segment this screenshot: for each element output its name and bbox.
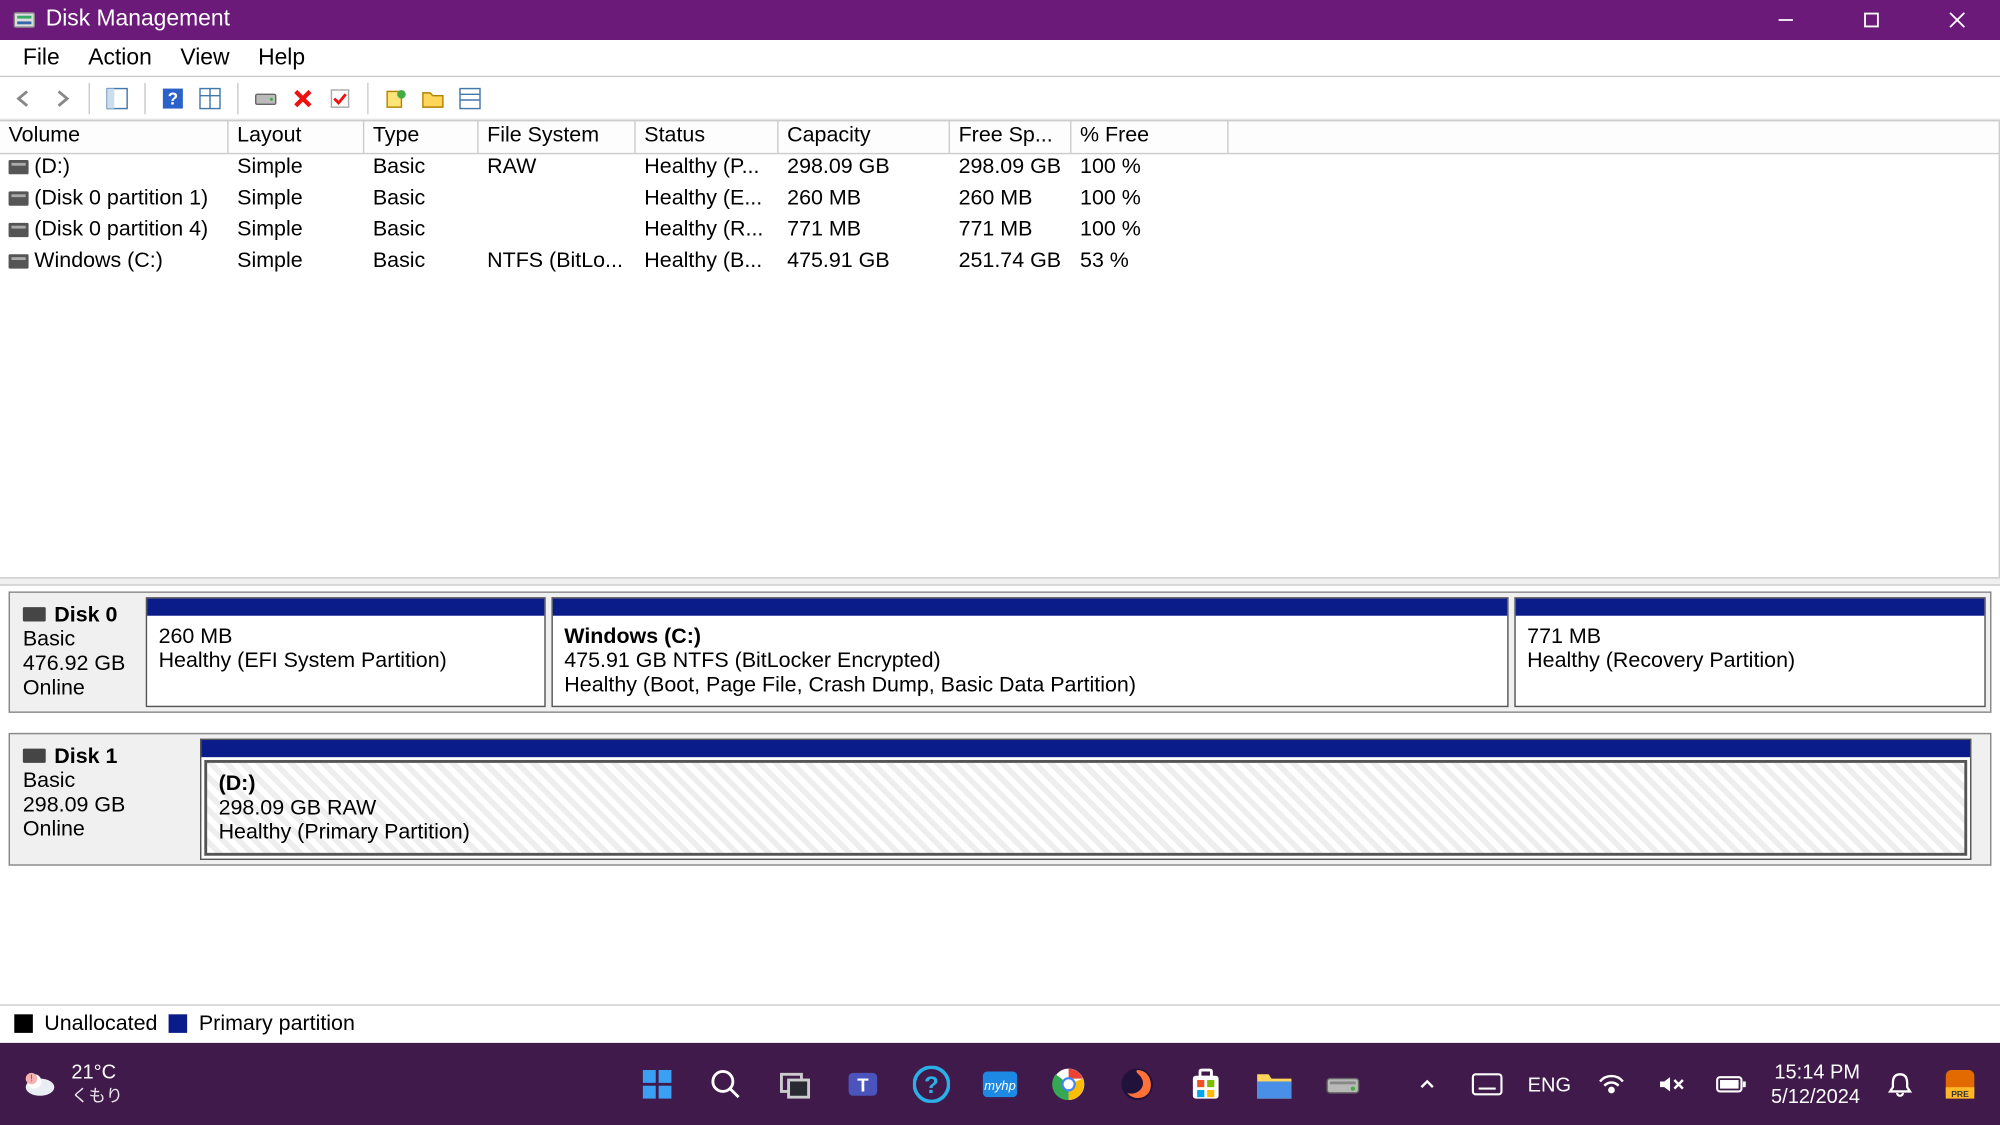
help-icon[interactable]: ? (157, 82, 188, 113)
get-help-icon[interactable]: ? (911, 1064, 951, 1104)
delete-icon[interactable] (287, 82, 318, 113)
search-icon[interactable] (706, 1064, 746, 1104)
task-view-icon[interactable] (774, 1064, 814, 1104)
language-indicator[interactable]: ENG (1528, 1072, 1571, 1095)
weather-condition: くもり (71, 1083, 122, 1107)
clock-date: 5/12/2024 (1771, 1084, 1860, 1108)
disk-block: Disk 0Basic476.92 GBOnline260 MBHealthy … (9, 591, 1992, 712)
volume-list-pane: Volume Layout Type File System Status Ca… (0, 120, 2000, 577)
legend-swatch-primary (169, 1014, 188, 1033)
disk-block: Disk 1Basic298.09 GBOnline (D:)298.09 GB… (9, 733, 1992, 866)
start-button[interactable] (637, 1064, 677, 1104)
col-capacity[interactable]: Capacity (779, 121, 950, 152)
view-settings-icon[interactable] (194, 82, 225, 113)
clock-time: 15:14 PM (1771, 1060, 1860, 1084)
table-row[interactable]: (Disk 0 partition 1)SimpleBasicHealthy (… (0, 186, 1999, 217)
col-percent-free[interactable]: % Free (1071, 121, 1228, 152)
tray-overflow-icon[interactable] (1408, 1064, 1448, 1104)
col-layout[interactable]: Layout (229, 121, 365, 152)
toolbar: ? (0, 77, 2000, 120)
disk-header[interactable]: Disk 0Basic476.92 GBOnline (14, 597, 145, 707)
battery-icon[interactable] (1711, 1064, 1751, 1104)
col-status[interactable]: Status (636, 121, 779, 152)
svg-text:myhp: myhp (984, 1077, 1015, 1092)
pane-splitter[interactable] (0, 577, 2000, 586)
menu-help[interactable]: Help (244, 42, 320, 73)
notifications-icon[interactable] (1880, 1064, 1920, 1104)
wifi-icon[interactable] (1591, 1064, 1631, 1104)
myhp-icon[interactable]: myhp (980, 1064, 1020, 1104)
table-row[interactable]: (D:)SimpleBasicRAWHealthy (P...298.09 GB… (0, 154, 1999, 185)
minimize-button[interactable] (1743, 0, 1829, 40)
list-icon[interactable] (454, 82, 485, 113)
col-volume[interactable]: Volume (0, 121, 229, 152)
col-filesystem[interactable]: File System (479, 121, 636, 152)
app-icon (11, 7, 37, 33)
window-title: Disk Management (46, 7, 1743, 33)
folder-icon[interactable] (417, 82, 448, 113)
svg-text:!: ! (30, 1073, 33, 1084)
microsoft-store-icon[interactable] (1186, 1064, 1226, 1104)
back-button[interactable] (9, 82, 40, 113)
file-explorer-icon[interactable] (1254, 1064, 1294, 1104)
partition[interactable]: Windows (C:)475.91 GB NTFS (BitLocker En… (551, 597, 1508, 707)
legend-primary-label: Primary partition (199, 1011, 355, 1035)
app-tray-icon[interactable]: PRE (1940, 1064, 1980, 1104)
disk-graphical-pane: Disk 0Basic476.92 GBOnline260 MBHealthy … (0, 586, 2000, 866)
drive-icon[interactable] (250, 82, 281, 113)
chrome-icon[interactable] (1049, 1064, 1089, 1104)
svg-text:?: ? (924, 1071, 939, 1098)
menu-bar: File Action View Help (0, 40, 2000, 77)
col-type[interactable]: Type (364, 121, 478, 152)
maximize-button[interactable] (1829, 0, 1915, 40)
taskbar-clock[interactable]: 15:14 PM 5/12/2024 (1771, 1060, 1860, 1108)
column-headers: Volume Layout Type File System Status Ca… (0, 120, 1999, 154)
teams-icon[interactable]: T (843, 1064, 883, 1104)
keyboard-icon[interactable] (1468, 1064, 1508, 1104)
legend-unallocated-label: Unallocated (44, 1011, 157, 1035)
title-bar: Disk Management (0, 0, 2000, 40)
taskbar-weather[interactable]: ! 21°C くもり (20, 1060, 123, 1107)
volume-muted-icon[interactable] (1651, 1064, 1691, 1104)
menu-action[interactable]: Action (74, 42, 166, 73)
firefox-icon[interactable] (1117, 1064, 1157, 1104)
table-row[interactable]: Windows (C:)SimpleBasicNTFS (BitLo...Hea… (0, 249, 1999, 280)
weather-temp: 21°C (71, 1060, 122, 1083)
disk-management-taskbar-icon[interactable] (1323, 1064, 1363, 1104)
disk-header[interactable]: Disk 1Basic298.09 GBOnline (14, 739, 200, 860)
menu-file[interactable]: File (9, 42, 74, 73)
partition[interactable]: 771 MBHealthy (Recovery Partition) (1514, 597, 1985, 707)
col-free-space[interactable]: Free Sp... (950, 121, 1071, 152)
weather-icon: ! (20, 1064, 60, 1104)
close-button[interactable] (1914, 0, 2000, 40)
action-icon[interactable] (380, 82, 411, 113)
svg-text:PRE: PRE (1951, 1088, 1969, 1098)
partition[interactable]: (D:)298.09 GB RAWHealthy (Primary Partit… (200, 739, 1971, 860)
forward-button[interactable] (46, 82, 77, 113)
taskbar: ! 21°C くもり T ? myhp ENG (0, 1042, 2000, 1125)
show-hide-console-tree-icon[interactable] (101, 82, 132, 113)
partition[interactable]: 260 MBHealthy (EFI System Partition) (146, 597, 546, 707)
svg-text:T: T (857, 1074, 869, 1095)
legend-swatch-unallocated (14, 1014, 33, 1033)
legend: Unallocated Primary partition (0, 1004, 2000, 1043)
menu-view[interactable]: View (166, 42, 244, 73)
svg-text:?: ? (168, 88, 178, 108)
table-row[interactable]: (Disk 0 partition 4)SimpleBasicHealthy (… (0, 217, 1999, 248)
properties-icon[interactable] (324, 82, 355, 113)
